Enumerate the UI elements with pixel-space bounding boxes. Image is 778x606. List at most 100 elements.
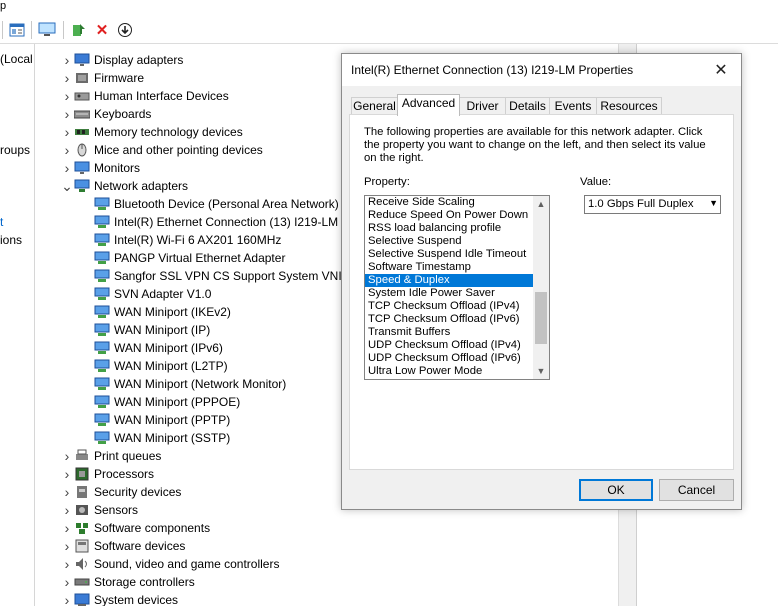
- tree-item[interactable]: › Processors: [60, 465, 154, 483]
- property-list-item[interactable]: RSS load balancing profile: [365, 222, 533, 235]
- chevron-right-icon[interactable]: ›: [60, 501, 74, 519]
- hid-icon: [74, 89, 90, 103]
- tree-item-label: Human Interface Devices: [94, 89, 229, 103]
- tree-item-label: Intel(R) Wi-Fi 6 AX201 160MHz: [114, 233, 282, 247]
- property-listbox-scrollbar[interactable]: ▲ ▼: [533, 196, 549, 379]
- tree-item[interactable]: WAN Miniport (IP): [80, 321, 210, 339]
- chevron-right-icon[interactable]: ›: [60, 573, 74, 591]
- dialog-titlebar[interactable]: Intel(R) Ethernet Connection (13) I219-L…: [342, 54, 741, 86]
- property-listbox[interactable]: Receive Side Scaling Reduce Speed On Powe…: [364, 195, 550, 380]
- network-adapter-icon: [94, 269, 110, 283]
- chevron-right-icon[interactable]: ›: [60, 447, 74, 465]
- property-list-item[interactable]: System Idle Power Saver: [365, 287, 533, 300]
- value-dropdown[interactable]: 1.0 Gbps Full Duplex ▼: [584, 195, 721, 214]
- property-list-item[interactable]: UDP Checksum Offload (IPv4): [365, 339, 533, 352]
- chevron-right-icon[interactable]: ›: [60, 105, 74, 123]
- tree-item[interactable]: › Storage controllers: [60, 573, 195, 591]
- chevron-right-icon[interactable]: ›: [60, 141, 74, 159]
- tree-item[interactable]: WAN Miniport (L2TP): [80, 357, 228, 375]
- tree-item[interactable]: SVN Adapter V1.0: [80, 285, 211, 303]
- left-pane-item[interactable]: (Local: [0, 52, 33, 66]
- tree-item[interactable]: › Print queues: [60, 447, 162, 465]
- chevron-right-icon[interactable]: ›: [60, 483, 74, 501]
- tree-item[interactable]: WAN Miniport (IKEv2): [80, 303, 231, 321]
- tree-item[interactable]: › Monitors: [60, 159, 140, 177]
- scroll-up-icon[interactable]: ▲: [533, 196, 549, 212]
- left-pane-item[interactable]: roups: [0, 143, 30, 157]
- ok-button[interactable]: OK: [579, 479, 653, 501]
- tree-item-label: Monitors: [94, 161, 141, 175]
- property-list-item[interactable]: Software Timestamp: [365, 261, 533, 274]
- tree-item[interactable]: › Firmware: [60, 69, 144, 87]
- property-list-item[interactable]: Ultra Low Power Mode: [365, 365, 533, 378]
- properties-icon[interactable]: [8, 21, 26, 39]
- cancel-button[interactable]: Cancel: [659, 479, 734, 501]
- uninstall-icon[interactable]: ✕: [93, 21, 111, 39]
- property-list-item[interactable]: Selective Suspend Idle Timeout: [365, 248, 533, 261]
- update-driver-icon[interactable]: [70, 21, 88, 39]
- tree-item-label: Memory technology devices: [94, 125, 243, 139]
- close-icon[interactable]: ✕: [711, 60, 731, 80]
- tree-item[interactable]: › Mice and other pointing devices: [60, 141, 263, 159]
- tree-item[interactable]: WAN Miniport (SSTP): [80, 429, 230, 447]
- chevron-right-icon[interactable]: ›: [60, 537, 74, 555]
- tree-item[interactable]: Bluetooth Device (Personal Area Network): [80, 195, 339, 213]
- chevron-right-icon[interactable]: ›: [60, 591, 74, 606]
- property-list-item[interactable]: Selective Suspend: [365, 235, 533, 248]
- left-pane-item[interactable]: ions: [0, 233, 22, 247]
- property-list-item[interactable]: Receive Side Scaling: [365, 196, 533, 209]
- chevron-right-icon[interactable]: ›: [60, 69, 74, 87]
- chevron-right-icon[interactable]: ›: [60, 465, 74, 483]
- chevron-down-icon[interactable]: ⌄: [60, 177, 74, 195]
- scrollbar-thumb[interactable]: [535, 292, 547, 344]
- chevron-right-icon[interactable]: ›: [60, 555, 74, 573]
- tree-item-label: Print queues: [94, 449, 162, 463]
- chevron-right-icon[interactable]: ›: [60, 123, 74, 141]
- scroll-down-icon[interactable]: ▼: [533, 363, 549, 379]
- chevron-right-icon[interactable]: ›: [60, 87, 74, 105]
- tree-item[interactable]: › Display adapters: [60, 51, 184, 69]
- tree-item[interactable]: WAN Miniport (PPPOE): [80, 393, 240, 411]
- tree-item-label: Display adapters: [94, 53, 184, 67]
- left-navigation-pane: (Local roups t ions: [0, 44, 35, 606]
- tab-events[interactable]: Events: [549, 97, 597, 115]
- property-list-item[interactable]: Speed & Duplex: [365, 274, 533, 287]
- tree-item[interactable]: PANGP Virtual Ethernet Adapter: [80, 249, 285, 267]
- tab-resources[interactable]: Resources: [596, 97, 662, 115]
- network-adapter-icon: [94, 215, 110, 229]
- chevron-down-icon[interactable]: ▼: [709, 198, 718, 208]
- tree-item[interactable]: WAN Miniport (IPv6): [80, 339, 223, 357]
- download-icon[interactable]: [116, 21, 134, 39]
- tree-item[interactable]: WAN Miniport (PPTP): [80, 411, 230, 429]
- tree-item[interactable]: › Software components: [60, 519, 210, 537]
- property-list-item[interactable]: Transmit Buffers: [365, 326, 533, 339]
- tab-general[interactable]: General: [351, 97, 398, 115]
- tab-advanced[interactable]: Advanced: [397, 94, 460, 116]
- tree-item[interactable]: › Memory technology devices: [60, 123, 243, 141]
- tab-details[interactable]: Details: [505, 97, 550, 115]
- property-list-item[interactable]: TCP Checksum Offload (IPv6): [365, 313, 533, 326]
- mouse-icon: [74, 143, 90, 157]
- tree-item[interactable]: › Sensors: [60, 501, 138, 519]
- tree-item[interactable]: › Human Interface Devices: [60, 87, 229, 105]
- tree-item[interactable]: › Sound, video and game controllers: [60, 555, 280, 573]
- tree-item-label: Sound, video and game controllers: [94, 557, 280, 571]
- property-list-item[interactable]: UDP Checksum Offload (IPv6): [365, 352, 533, 365]
- tree-item[interactable]: Sangfor SSL VPN CS Support System VNIC: [80, 267, 350, 285]
- tree-item[interactable]: Intel(R) Wi-Fi 6 AX201 160MHz: [80, 231, 281, 249]
- chevron-right-icon[interactable]: ›: [60, 51, 74, 69]
- chevron-right-icon[interactable]: ›: [60, 159, 74, 177]
- tree-item[interactable]: › Software devices: [60, 537, 186, 555]
- left-pane-item[interactable]: t: [0, 215, 3, 229]
- tree-item[interactable]: Intel(R) Ethernet Connection (13) I219-L…: [80, 213, 338, 231]
- property-list-item[interactable]: Reduce Speed On Power Down: [365, 209, 533, 222]
- tree-item[interactable]: › System devices: [60, 591, 178, 606]
- chevron-right-icon[interactable]: ›: [60, 519, 74, 537]
- tree-item[interactable]: WAN Miniport (Network Monitor): [80, 375, 286, 393]
- tab-driver[interactable]: Driver: [459, 97, 506, 115]
- tree-item[interactable]: › Keyboards: [60, 105, 152, 123]
- computer-icon[interactable]: [38, 21, 56, 39]
- tree-item[interactable]: ⌄ Network adapters: [60, 177, 188, 195]
- property-list-item[interactable]: TCP Checksum Offload (IPv4): [365, 300, 533, 313]
- tree-item[interactable]: › Security devices: [60, 483, 182, 501]
